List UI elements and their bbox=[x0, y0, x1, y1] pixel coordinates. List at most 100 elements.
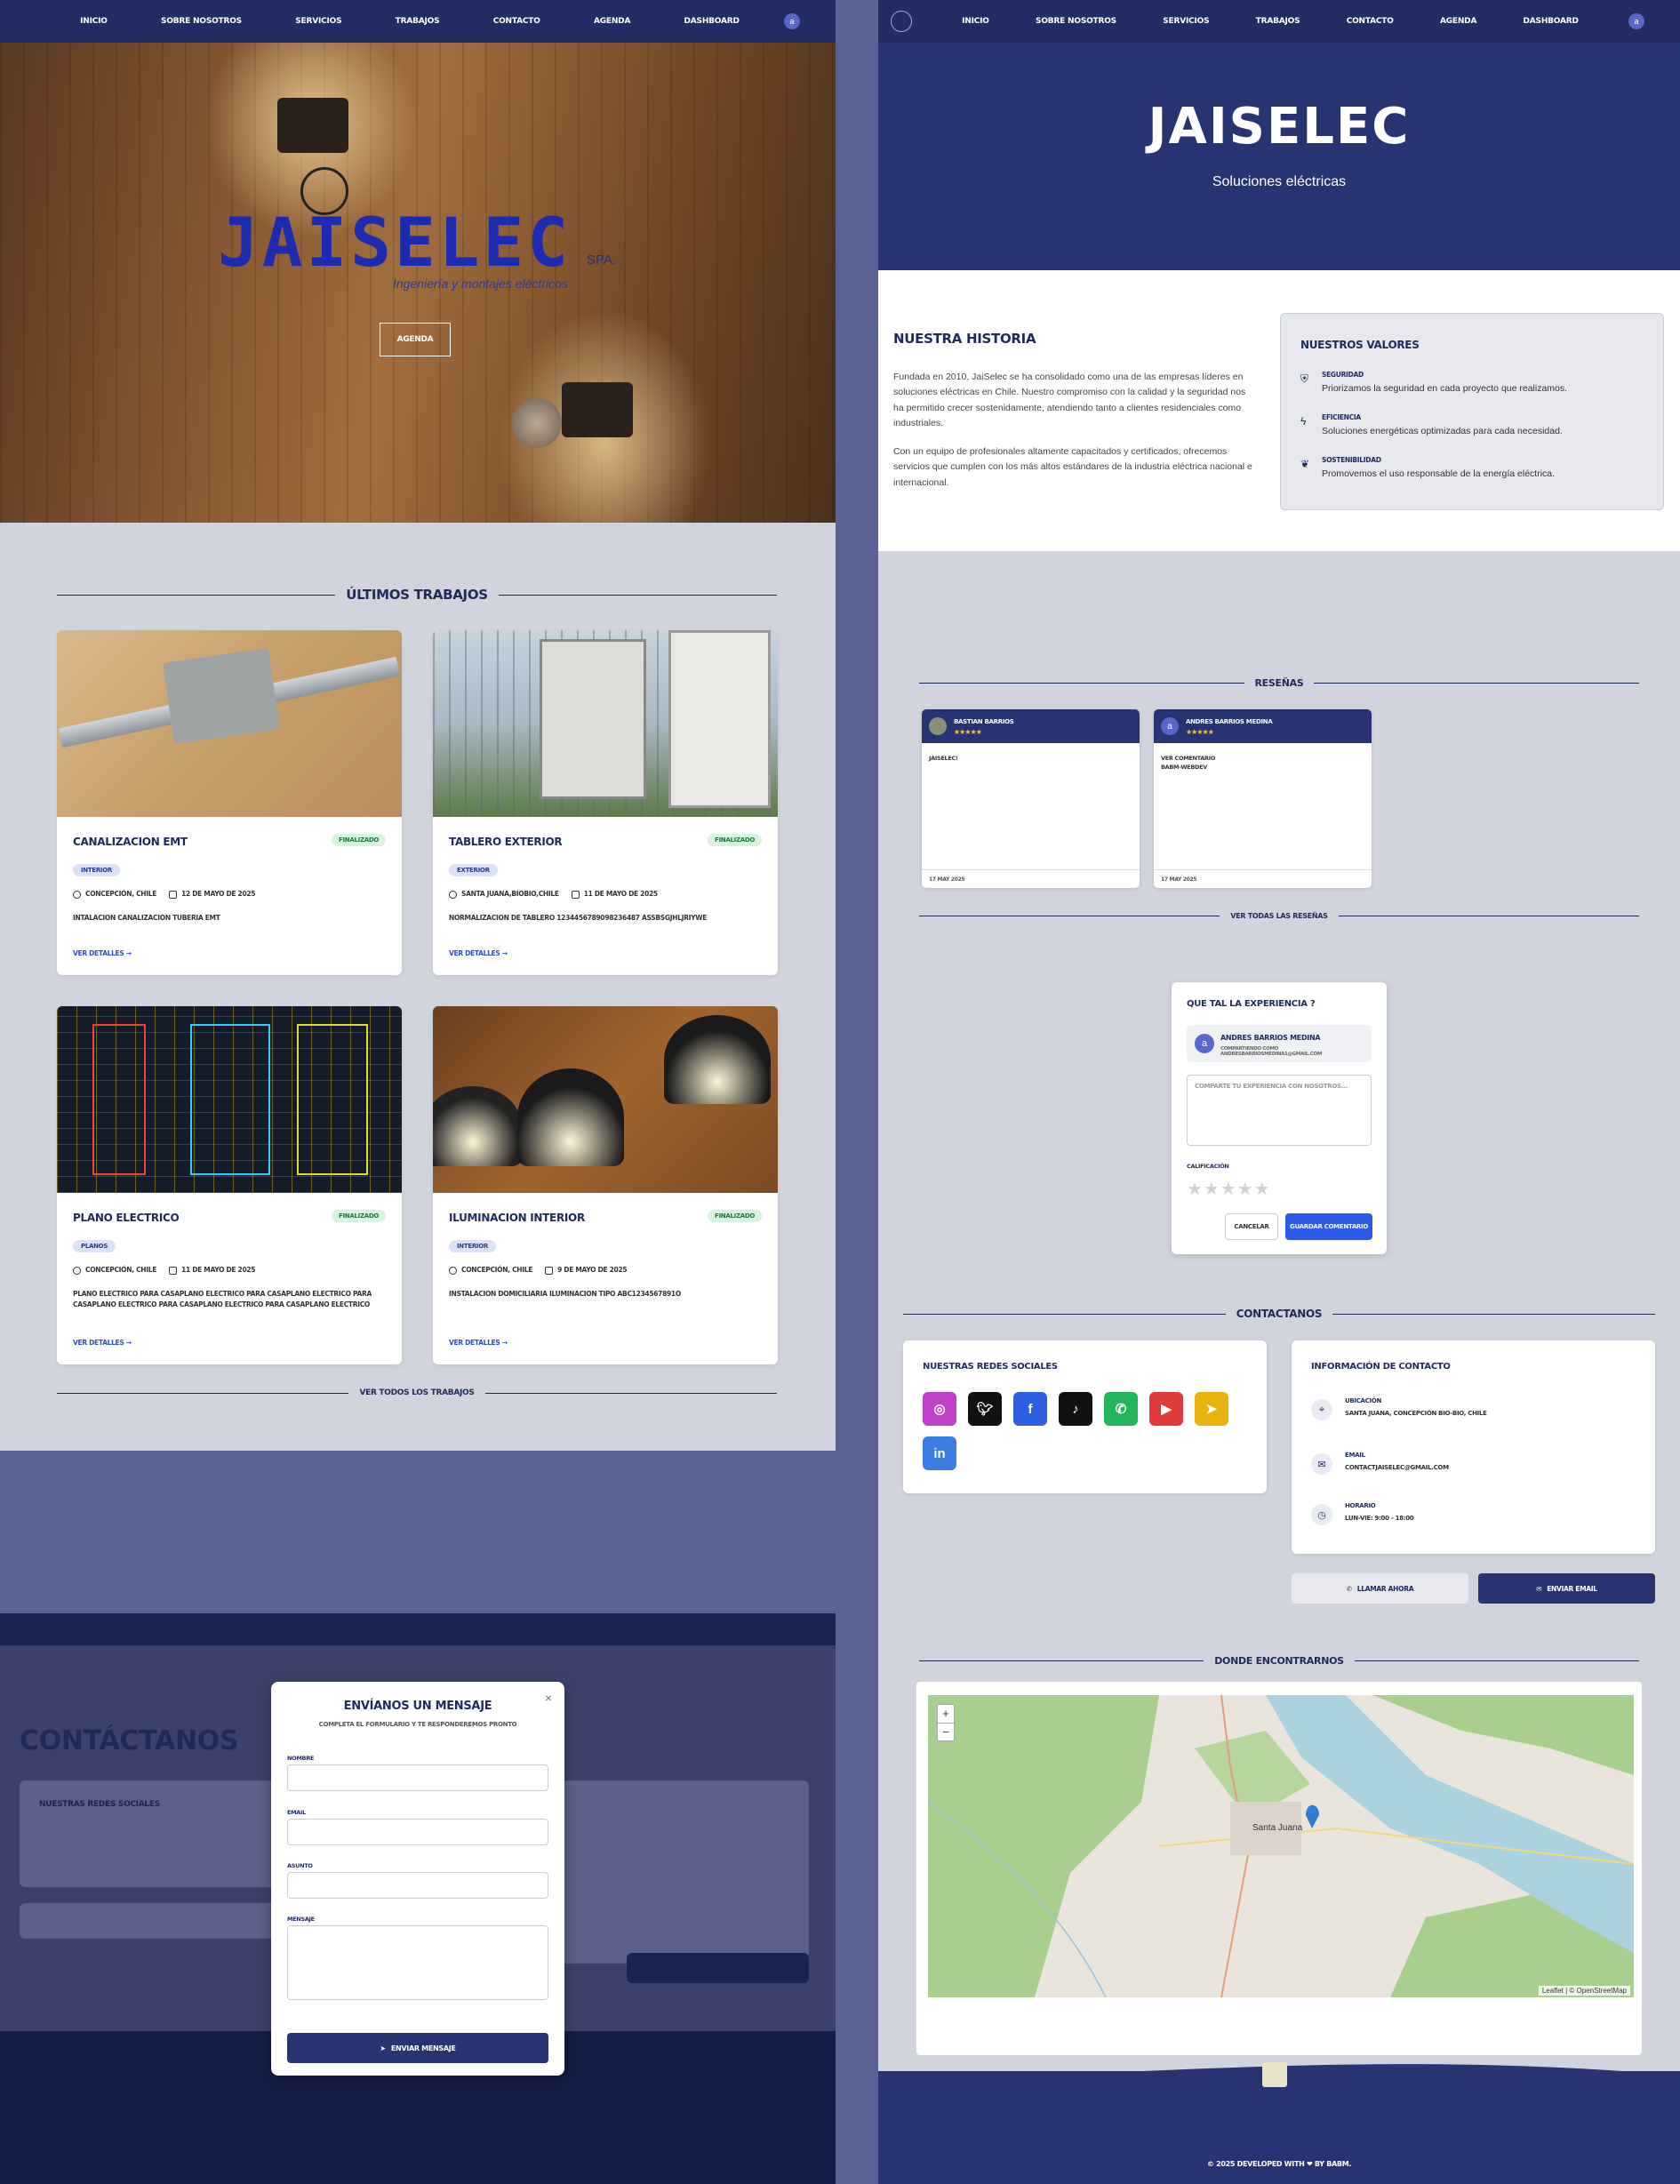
footer-text: © 2025 DEVELOPED WITH ❤ BY BABM. bbox=[1206, 2160, 1352, 2168]
rating-stars: ★★★★★ bbox=[1186, 728, 1214, 736]
jobs-header: ÚLTIMOS TRABAJOS bbox=[57, 587, 778, 603]
nav-agenda[interactable]: AGENDA bbox=[1440, 17, 1476, 26]
nav-contacto[interactable]: CONTACTO bbox=[1347, 17, 1394, 26]
info-label: EMAIL bbox=[1345, 1452, 1365, 1459]
location-icon bbox=[449, 890, 457, 899]
youtube-icon[interactable]: ▶ bbox=[1149, 1392, 1183, 1426]
whatsapp-icon[interactable]: ✆ bbox=[1104, 1392, 1138, 1426]
nav-sobre-nosotros[interactable]: SOBRE NOSOTROS bbox=[161, 17, 242, 26]
job-description: NORMALIZACION DE TABLERO 123445678909823… bbox=[449, 914, 708, 922]
page-subtitle: Soluciones eléctricas bbox=[1212, 174, 1347, 189]
linkedin-icon[interactable]: in bbox=[923, 1436, 956, 1470]
shield-icon: ⛨ bbox=[1300, 372, 1309, 385]
facebook-icon[interactable]: f bbox=[1013, 1392, 1047, 1426]
location-icon bbox=[449, 1266, 457, 1275]
nav-trabajos[interactable]: TRABAJOS bbox=[1256, 17, 1300, 26]
status-badge: FINALIZADO bbox=[332, 834, 386, 846]
reviews-header: RESEÑAS bbox=[919, 677, 1639, 689]
call-now-button[interactable]: ✆ LLAMAR AHORA bbox=[1292, 1573, 1468, 1604]
info-value: LUN-VIE: 9:00 - 18:00 bbox=[1345, 1515, 1414, 1522]
nav-contacto[interactable]: CONTACTO bbox=[493, 17, 540, 26]
user-avatar: a bbox=[1195, 1034, 1214, 1053]
message-field[interactable] bbox=[287, 1925, 548, 2000]
view-details-link[interactable]: VER DETALLES → bbox=[73, 949, 132, 957]
dimmed-title: CONTÁCTANOS bbox=[20, 1725, 239, 1756]
instagram-icon[interactable]: ◎ bbox=[923, 1392, 956, 1426]
email-field[interactable] bbox=[287, 1819, 548, 1845]
view-all-jobs-link[interactable]: VER TODOS LOS TRABAJOS bbox=[348, 1388, 484, 1397]
review-card[interactable]: BASTIAN BARRIOS ★★★★★ JAISELEC! 17 MAY 20… bbox=[922, 709, 1140, 888]
user-avatar[interactable]: a bbox=[1628, 13, 1644, 29]
cancel-button[interactable]: CANCELAR bbox=[1225, 1213, 1278, 1240]
dimmed-button bbox=[627, 1953, 809, 1983]
nav-servicios[interactable]: SERVICIOS bbox=[1163, 17, 1209, 26]
reviewer-avatar: a bbox=[1161, 717, 1179, 735]
comment-textarea[interactable]: COMPARTE TU EXPERIENCIA CON NOSOTROS... bbox=[1187, 1075, 1372, 1146]
job-location: SANTA JUANA,BIOBIO,CHILE bbox=[461, 890, 559, 898]
nav-dashboard[interactable]: DASHBOARD bbox=[1524, 17, 1579, 26]
job-title: ILUMINACION INTERIOR bbox=[449, 1212, 585, 1224]
user-avatar[interactable]: a bbox=[784, 13, 800, 29]
send-icon: ➤ bbox=[380, 2044, 386, 2052]
send-message-button[interactable]: ➤ ENVIAR MENSAJE bbox=[287, 2033, 548, 2063]
view-details-link[interactable]: VER DETALLES → bbox=[449, 1339, 508, 1347]
nav-trabajos[interactable]: TRABAJOS bbox=[396, 17, 440, 26]
view-all-reviews-row: VER TODAS LAS RESEÑAS bbox=[919, 912, 1639, 920]
contact-modal-page: CONTÁCTANOS NUESTRAS REDES SOCIALES × EN… bbox=[0, 1613, 836, 2184]
section-title: DONDE ENCONTRARNOS bbox=[1214, 1655, 1344, 1667]
site-logo-icon[interactable] bbox=[891, 11, 912, 32]
job-card[interactable]: PLANO ELECTRICO FINALIZADO PLANOS CONCEP… bbox=[57, 1006, 402, 1364]
job-card[interactable]: TABLERO EXTERIOR FINALIZADO EXTERIOR SAN… bbox=[433, 630, 778, 975]
send-email-button[interactable]: ✉ ENVIAR EMAIL bbox=[1478, 1573, 1655, 1604]
nav-inicio[interactable]: INICIO bbox=[80, 17, 108, 26]
map-town-label: Santa Juana bbox=[1252, 1823, 1303, 1833]
map-attribution[interactable]: Leaflet | © OpenStreetMap bbox=[1538, 1986, 1630, 1996]
rating-label: CALIFICACIÓN bbox=[1187, 1163, 1229, 1170]
job-card[interactable]: CANALIZACION EMT FINALIZADO INTERIOR CON… bbox=[57, 630, 402, 975]
view-details-link[interactable]: VER DETALLES → bbox=[73, 1339, 132, 1347]
job-card[interactable]: ILUMINACION INTERIOR FINALIZADO INTERIOR… bbox=[433, 1006, 778, 1364]
value-title: SEGURIDAD bbox=[1322, 371, 1364, 379]
value-description: Soluciones energéticas optimizadas para … bbox=[1322, 426, 1563, 436]
subject-field[interactable] bbox=[287, 1872, 548, 1899]
save-comment-button[interactable]: GUARDAR COMENTARIO bbox=[1285, 1213, 1372, 1240]
story-paragraph: Fundada en 2010, JaiSelec se ha consolid… bbox=[893, 372, 1246, 428]
wall-lamp-image bbox=[562, 382, 633, 437]
job-date: 11 DE MAYO DE 2025 bbox=[583, 890, 658, 898]
view-all-reviews-link[interactable]: VER TODAS LAS RESEÑAS bbox=[1220, 912, 1338, 920]
view-details-link[interactable]: VER DETALLES → bbox=[449, 949, 508, 957]
phone-icon: ✆ bbox=[1346, 1584, 1352, 1593]
envelope-icon: ✉ bbox=[1536, 1584, 1542, 1593]
contact-info-title: INFORMACIÓN DE CONTACTO bbox=[1311, 1362, 1451, 1372]
nav-sobre-nosotros[interactable]: SOBRE NOSOTROS bbox=[1036, 17, 1116, 26]
nav-agenda[interactable]: AGENDA bbox=[594, 17, 630, 26]
job-location: CONCEPCIÓN, CHILE bbox=[85, 890, 157, 898]
send-message-label: ENVIAR MENSAJE bbox=[390, 2044, 456, 2052]
modal-title: ENVÍANOS UN MENSAJE bbox=[343, 1700, 492, 1713]
job-description: INTALACION CANALIZACION TUBERIA EMT bbox=[73, 914, 220, 922]
nav-dashboard[interactable]: DASHBOARD bbox=[684, 17, 740, 26]
agenda-button[interactable]: AGENDA bbox=[380, 323, 451, 356]
dimmed-social-title: NUESTRAS REDES SOCIALES bbox=[39, 1800, 160, 1809]
nav-servicios[interactable]: SERVICIOS bbox=[295, 17, 341, 26]
tiktok-icon[interactable]: ♪ bbox=[1059, 1392, 1092, 1426]
map-tiles: Santa Juana bbox=[928, 1695, 1634, 1997]
rating-stars-input[interactable]: ★★★★★ bbox=[1187, 1178, 1271, 1200]
review-card[interactable]: a ANDRES BARRIOS MEDINA ★★★★★ VER COMENTAR… bbox=[1154, 709, 1372, 888]
nav-inicio[interactable]: INICIO bbox=[962, 17, 989, 26]
review-text: JAISELEC! bbox=[929, 755, 958, 762]
calendar-icon bbox=[169, 890, 178, 899]
name-field[interactable] bbox=[287, 1764, 548, 1791]
info-value[interactable]: CONTACTJAISELEC@GMAIL.COM bbox=[1345, 1464, 1449, 1471]
about-page: INICIO SOBRE NOSOTROS SERVICIOS TRABAJOS… bbox=[878, 0, 1680, 2184]
view-all-jobs-row: VER TODOS LOS TRABAJOS bbox=[57, 1388, 778, 1397]
telegram-icon[interactable]: ➤ bbox=[1195, 1392, 1228, 1426]
value-title: EFICIENCIA bbox=[1322, 413, 1361, 421]
map-view[interactable]: Santa Juana + − Leaflet | © OpenStreetMap bbox=[928, 1695, 1634, 1997]
job-image bbox=[433, 630, 778, 817]
zoom-in-button[interactable]: + bbox=[938, 1705, 954, 1723]
zoom-out-button[interactable]: − bbox=[938, 1723, 954, 1741]
twitter-icon[interactable]: 🐦︎ bbox=[968, 1392, 1002, 1426]
job-date: 11 DE MAYO DE 2025 bbox=[181, 1266, 256, 1274]
map-header: DONDE ENCONTRARNOS bbox=[919, 1655, 1639, 1667]
